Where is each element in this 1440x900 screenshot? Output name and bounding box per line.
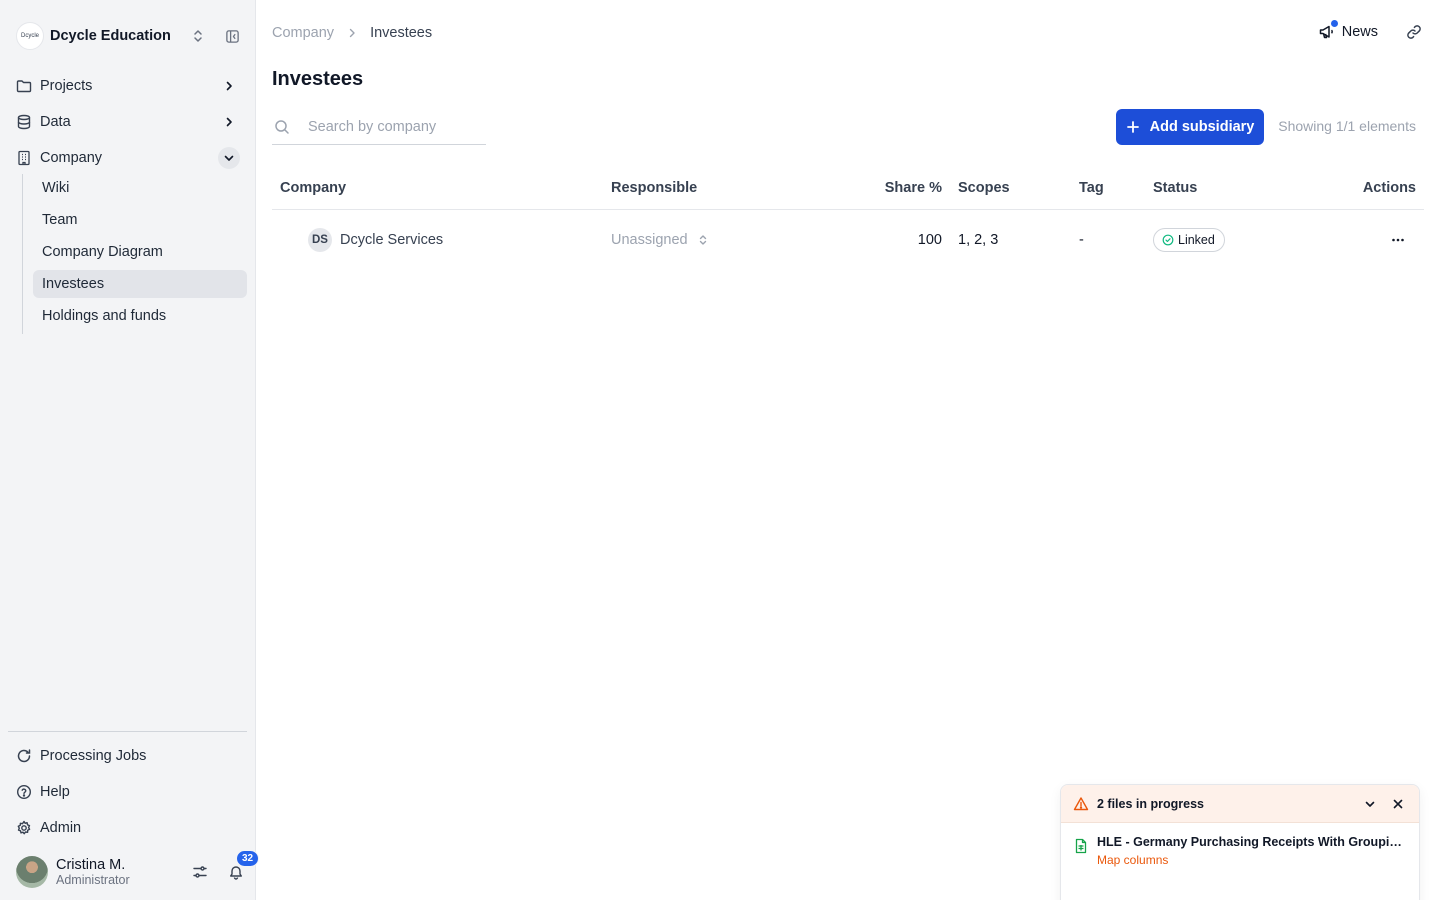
org-logo: Dcycle <box>16 22 44 50</box>
user-name: Cristina M. <box>56 856 126 873</box>
subnav-item-investees[interactable]: Investees <box>33 270 247 298</box>
nav-label-company: Company <box>40 150 103 166</box>
results-count: Showing 1/1 elements <box>1278 118 1416 134</box>
more-options-icon[interactable] <box>1388 230 1408 250</box>
chevron-down-icon[interactable] <box>1361 795 1379 813</box>
nav-item-data[interactable]: Data <box>8 106 248 138</box>
header-tag: Tag <box>1079 179 1104 196</box>
upload-progress-title: 2 files in progress <box>1097 796 1204 811</box>
nav-item-admin[interactable]: Admin <box>8 812 248 844</box>
add-subsidiary-button[interactable]: Add subsidiary <box>1116 109 1264 145</box>
subnav-item-holdings-and-funds[interactable]: Holdings and funds <box>33 302 247 330</box>
row-tag: - <box>1079 232 1084 248</box>
check-circle-icon <box>1162 234 1174 246</box>
investees-table: Company Responsible Share % Scopes Tag S… <box>272 166 1424 270</box>
subnav-item-wiki[interactable]: Wiki <box>33 174 247 202</box>
nav-item-projects[interactable]: Projects <box>8 70 248 102</box>
user-profile[interactable]: Cristina M. Administrator 32 <box>16 850 260 889</box>
header-share: Share % <box>884 179 942 196</box>
bell-icon[interactable]: 32 <box>226 850 260 882</box>
row-status: Linked <box>1153 210 1225 270</box>
news-unread-dot <box>1330 20 1338 27</box>
nav-label-data: Data <box>40 114 71 130</box>
chevron-right-icon <box>218 75 240 97</box>
org-switcher[interactable]: Dcycle Dcycle Education <box>16 22 242 50</box>
sidebar-collapse-icon[interactable] <box>222 26 242 46</box>
row-actions <box>1388 210 1416 270</box>
header-actions: Actions <box>1362 179 1416 196</box>
help-circle-icon <box>16 784 32 800</box>
add-subsidiary-label: Add subsidiary <box>1149 119 1255 135</box>
chevron-down-icon <box>218 147 240 169</box>
upload-file-name: HLE - Germany Purchasing Receipts With G… <box>1097 835 1407 849</box>
warning-icon <box>1073 796 1089 812</box>
spreadsheet-file-icon <box>1073 838 1089 854</box>
search-input[interactable] <box>308 118 478 135</box>
main-content: Company Investees News Investees Add sub… <box>256 0 1440 900</box>
table-header: Company Responsible Share % Scopes Tag S… <box>272 166 1424 210</box>
row-share: 100 <box>917 232 942 248</box>
table-row[interactable]: DS Dcycle Services Unassigned 100 1, 2, … <box>272 210 1424 270</box>
header-company: Company <box>280 179 347 196</box>
company-initials: DS <box>308 228 332 252</box>
plus-icon <box>1126 120 1140 134</box>
main-nav: Projects Data Company <box>8 70 248 178</box>
sidebar-divider <box>8 731 247 732</box>
upload-progress-header: 2 files in progress <box>1061 785 1419 823</box>
row-company: DS Dcycle Services <box>280 210 443 270</box>
search-bar <box>272 109 486 145</box>
database-icon <box>16 114 32 130</box>
avatar <box>16 856 48 888</box>
header-scopes: Scopes <box>958 179 1010 196</box>
breadcrumb: Company Investees <box>272 25 432 41</box>
row-scopes: 1, 2, 3 <box>958 232 999 248</box>
breadcrumb-company[interactable]: Company <box>272 25 334 41</box>
status-label: Linked <box>1178 233 1215 247</box>
upload-file-text: HLE - Germany Purchasing Receipts With G… <box>1097 835 1407 867</box>
company-name[interactable]: Dcycle Services <box>340 232 443 248</box>
user-text: Cristina M. Administrator <box>56 857 174 888</box>
status-badge: Linked <box>1153 228 1225 252</box>
nav-item-processing-jobs[interactable]: Processing Jobs <box>8 740 248 772</box>
subnav-item-team[interactable]: Team <box>33 206 247 234</box>
header-status: Status <box>1153 179 1198 196</box>
chevron-up-down-icon <box>696 233 710 247</box>
nav-item-company[interactable]: Company <box>8 142 248 174</box>
sidebar: Dcycle Dcycle Education Projects Data Co… <box>0 0 260 900</box>
upload-progress-panel: 2 files in progress HLE - Germany Purcha… <box>1060 784 1420 900</box>
page-title: Investees <box>272 68 364 90</box>
nav-label-help: Help <box>40 784 70 800</box>
responsible-value: Unassigned <box>611 232 688 248</box>
org-name: Dcycle Education <box>50 28 171 44</box>
header-responsible: Responsible <box>611 179 698 196</box>
sliders-icon[interactable] <box>190 862 210 882</box>
chevron-right-icon <box>218 111 240 133</box>
responsible-select[interactable]: Unassigned <box>611 210 710 270</box>
bottom-nav: Processing Jobs Help Admin <box>8 740 248 848</box>
search-icon <box>274 119 290 135</box>
folder-icon <box>16 78 32 94</box>
chevron-right-icon <box>346 27 358 39</box>
company-subnav: Wiki Team Company Diagram Investees Hold… <box>22 174 248 334</box>
nav-item-help[interactable]: Help <box>8 776 248 808</box>
user-role: Administrator <box>56 872 130 887</box>
topbar-actions: News <box>1318 20 1424 42</box>
breadcrumb-current: Investees <box>370 25 433 41</box>
map-columns-link[interactable]: Map columns <box>1097 853 1407 867</box>
chevron-up-down-icon[interactable] <box>188 26 208 46</box>
nav-label-projects: Projects <box>40 78 93 94</box>
nav-label-processing-jobs: Processing Jobs <box>40 748 147 764</box>
megaphone-icon <box>1318 20 1338 41</box>
gear-icon <box>16 820 32 836</box>
close-icon[interactable] <box>1389 795 1407 813</box>
news-button[interactable]: News <box>1318 20 1378 41</box>
subnav-item-company-diagram[interactable]: Company Diagram <box>33 238 247 266</box>
refresh-icon <box>16 748 32 764</box>
building-icon <box>16 150 32 166</box>
news-label: News <box>1341 24 1378 40</box>
upload-file-item: HLE - Germany Purchasing Receipts With G… <box>1061 823 1419 867</box>
nav-label-admin: Admin <box>40 820 82 836</box>
link-icon[interactable] <box>1404 22 1424 42</box>
